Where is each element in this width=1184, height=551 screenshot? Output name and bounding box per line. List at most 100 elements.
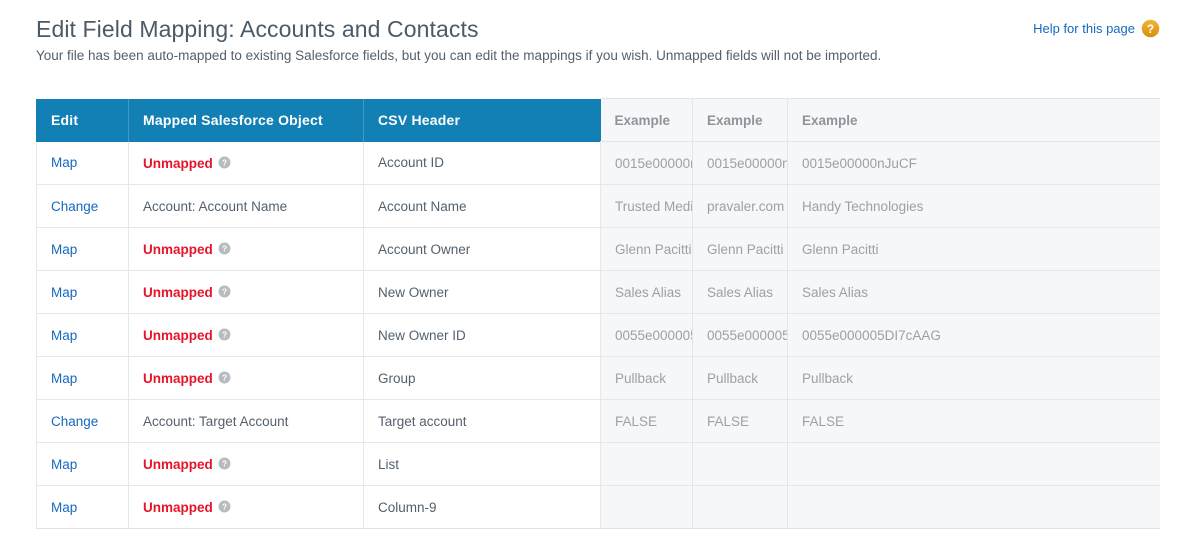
svg-text:?: ? (222, 373, 227, 383)
cell-csv-header: Account Owner (363, 227, 601, 271)
cell-mapped-salesforce-object: Unmapped? (128, 313, 364, 357)
table-row: Map Unmapped? Column-9 (36, 485, 1160, 529)
cell-example-1: Pullback (600, 356, 693, 400)
question-mark-circle-icon[interactable]: ? (1141, 19, 1160, 38)
table-row: Map Unmapped? Account Owner Glenn Pacitti Gl… (36, 227, 1160, 271)
unmapped-status: Unmapped (143, 284, 213, 300)
unmapped-status: Unmapped (143, 241, 213, 257)
column-header-edit: Edit (36, 98, 129, 142)
table-header: Edit Mapped Salesforce Object CSV Header… (36, 98, 1160, 142)
question-mark-circle-icon[interactable]: ? (218, 285, 231, 298)
unmapped-status: Unmapped (143, 499, 213, 515)
cell-example-1: FALSE (600, 399, 693, 443)
svg-text:?: ? (222, 287, 227, 297)
map-link[interactable]: Map (51, 328, 77, 343)
svg-text:?: ? (222, 330, 227, 340)
cell-example-3: 0015e00000nJuCF (787, 141, 1160, 185)
table-header-row: Edit Mapped Salesforce Object CSV Header… (36, 98, 1160, 142)
cell-example-3: Glenn Pacitti (787, 227, 1160, 271)
cell-example-2 (692, 485, 788, 529)
unmapped-status: Unmapped (143, 456, 213, 472)
map-link[interactable]: Map (51, 371, 77, 386)
edit-field-mapping-page: Edit Field Mapping: Accounts and Contact… (0, 0, 1184, 551)
cell-example-3 (787, 442, 1160, 486)
cell-example-2: Glenn Pacitti (692, 227, 788, 271)
cell-example-1: Sales Alias (600, 270, 693, 314)
column-header-example-3: Example (787, 98, 1160, 142)
unmapped-status: Unmapped (143, 370, 213, 386)
question-mark-circle-icon[interactable]: ? (218, 328, 231, 341)
change-link[interactable]: Change (51, 199, 98, 214)
table-row: Map Unmapped? List (36, 442, 1160, 486)
mapped-object-value: Account: Account Name (143, 198, 288, 214)
question-mark-circle-icon[interactable]: ? (218, 457, 231, 470)
unmapped-status: Unmapped (143, 155, 213, 171)
cell-example-1: Glenn Pacitti (600, 227, 693, 271)
table-row: MapUnmapped?Account ID0015e00000nJuCF001… (36, 141, 1160, 185)
cell-mapped-salesforce-object: Unmapped? (128, 442, 364, 486)
unmapped-status: Unmapped (143, 327, 213, 343)
cell-example-2: FALSE (692, 399, 788, 443)
question-mark-circle-icon[interactable]: ? (218, 500, 231, 513)
cell-mapped-salesforce-object: Unmapped? (128, 227, 364, 271)
cell-example-1: 0015e00000nJuCF (600, 141, 693, 185)
table-row: Map Unmapped? New Owner Sales Alias Sales Al… (36, 270, 1160, 314)
cell-csv-header: Column-9 (363, 485, 601, 529)
cell-edit: Map (36, 227, 129, 271)
cell-csv-header: New Owner ID (363, 313, 601, 357)
cell-example-2: 0055e000005DI7cAAG (692, 313, 788, 357)
map-link[interactable]: Map (51, 155, 77, 170)
help-for-this-page[interactable]: Help for this page ? (1033, 19, 1160, 38)
table-row: Change Account: Target Account Target acco… (36, 399, 1160, 443)
field-mapping-table: Edit Mapped Salesforce Object CSV Header… (36, 98, 1160, 529)
map-link[interactable]: Map (51, 285, 77, 300)
change-link[interactable]: Change (51, 414, 98, 429)
cell-edit: Change (36, 184, 129, 228)
svg-text:?: ? (222, 459, 227, 469)
cell-example-2 (692, 442, 788, 486)
cell-csv-header: Target account (363, 399, 601, 443)
question-mark-circle-icon[interactable]: ? (218, 156, 231, 169)
cell-example-3: 0055e000005DI7cAAG (787, 313, 1160, 357)
question-mark-circle-icon[interactable]: ? (218, 371, 231, 384)
cell-mapped-salesforce-object: Unmapped? (128, 485, 364, 529)
cell-edit: Map (36, 270, 129, 314)
cell-example-2: Pullback (692, 356, 788, 400)
page-title: Edit Field Mapping: Accounts and Contact… (36, 16, 479, 42)
cell-example-1: 0055e000005DI7cAAG (600, 313, 693, 357)
cell-csv-header: Group (363, 356, 601, 400)
cell-csv-header: List (363, 442, 601, 486)
cell-edit: Map (36, 442, 129, 486)
cell-example-2: Sales Alias (692, 270, 788, 314)
cell-example-3 (787, 485, 1160, 529)
question-mark-circle-icon[interactable]: ? (218, 242, 231, 255)
table-row: Change Account: Account Name Account Name T… (36, 184, 1160, 228)
map-link[interactable]: Map (51, 242, 77, 257)
page-subtitle: Your file has been auto-mapped to existi… (36, 48, 882, 63)
field-mapping-table-container: Edit Mapped Salesforce Object CSV Header… (36, 98, 1160, 538)
cell-edit: Change (36, 399, 129, 443)
map-link[interactable]: Map (51, 500, 77, 515)
cell-example-2: pravaler.com (692, 184, 788, 228)
svg-text:?: ? (222, 502, 227, 512)
cell-edit: Map (36, 141, 129, 185)
cell-edit: Map (36, 485, 129, 529)
help-for-this-page-link[interactable]: Help for this page (1033, 21, 1135, 36)
table-row: MapUnmapped?New Owner ID0055e000005DI7cA… (36, 313, 1160, 357)
cell-mapped-salesforce-object: Unmapped? (128, 356, 364, 400)
svg-text:?: ? (222, 157, 227, 167)
cell-example-1: Trusted Media Brands (600, 184, 693, 228)
cell-example-1 (600, 442, 693, 486)
table-body: MapUnmapped?Account ID0015e00000nJuCF001… (36, 141, 1160, 529)
column-header-example-2: Example (692, 98, 788, 142)
mapped-object-value: Account: Target Account (143, 413, 289, 429)
cell-example-2: 0015e00000nJuCF (692, 141, 788, 185)
cell-mapped-salesforce-object: Unmapped? (128, 141, 364, 185)
column-header-csv-header: CSV Header (363, 98, 601, 142)
svg-text:?: ? (222, 244, 227, 254)
cell-example-3: FALSE (787, 399, 1160, 443)
cell-csv-header: New Owner (363, 270, 601, 314)
svg-text:?: ? (1147, 22, 1154, 36)
map-link[interactable]: Map (51, 457, 77, 472)
cell-mapped-salesforce-object: Unmapped? (128, 270, 364, 314)
